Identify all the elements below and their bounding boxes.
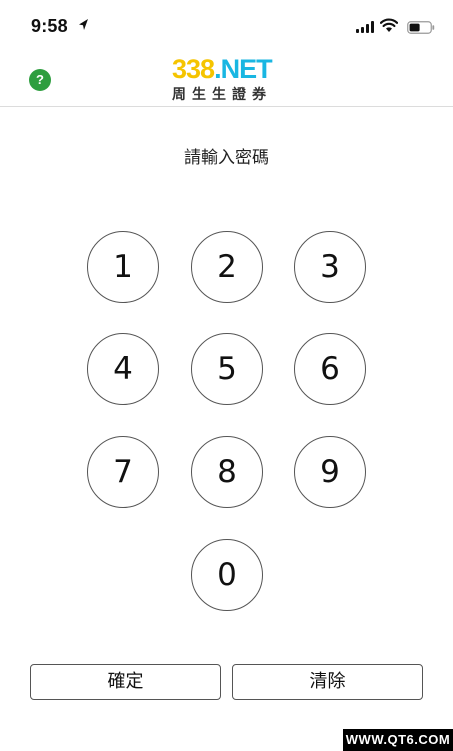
logo-suffix: .NET xyxy=(214,54,273,84)
clear-button[interactable]: 清除 xyxy=(232,664,423,700)
keypad-key-4[interactable]: 4 xyxy=(87,333,159,405)
keypad-key-7[interactable]: 7 xyxy=(87,436,159,508)
status-time: 9:58 xyxy=(31,16,68,36)
logo-subtitle: 周生生證券 xyxy=(172,87,272,103)
confirm-button[interactable]: 確定 xyxy=(30,664,221,700)
header-bar: ? 338.NET 周生生證券 xyxy=(0,50,453,107)
keypad-key-9[interactable]: 9 xyxy=(294,436,366,508)
keypad-key-5[interactable]: 5 xyxy=(191,333,263,405)
keypad-key-1[interactable]: 1 xyxy=(87,231,159,303)
keypad-key-2[interactable]: 2 xyxy=(191,231,263,303)
battery-icon xyxy=(407,21,435,34)
logo: 338.NET 周生生證券 xyxy=(168,54,286,104)
keypad-key-3[interactable]: 3 xyxy=(294,231,366,303)
location-arrow-icon xyxy=(79,19,88,30)
logo-number: 338 xyxy=(172,54,215,84)
logo-wordmark: 338.NET xyxy=(172,54,273,85)
watermark: WWW.QT6.COM xyxy=(343,729,453,751)
wifi-icon xyxy=(380,18,398,32)
signal-icon xyxy=(356,21,374,33)
keypad-key-8[interactable]: 8 xyxy=(191,436,263,508)
help-button[interactable]: ? xyxy=(29,69,51,91)
keypad-key-6[interactable]: 6 xyxy=(294,333,366,405)
keypad-key-0[interactable]: 0 xyxy=(191,539,263,611)
status-bar: 9:58 xyxy=(0,0,453,50)
password-prompt: 請輸入密碼 xyxy=(184,148,269,168)
